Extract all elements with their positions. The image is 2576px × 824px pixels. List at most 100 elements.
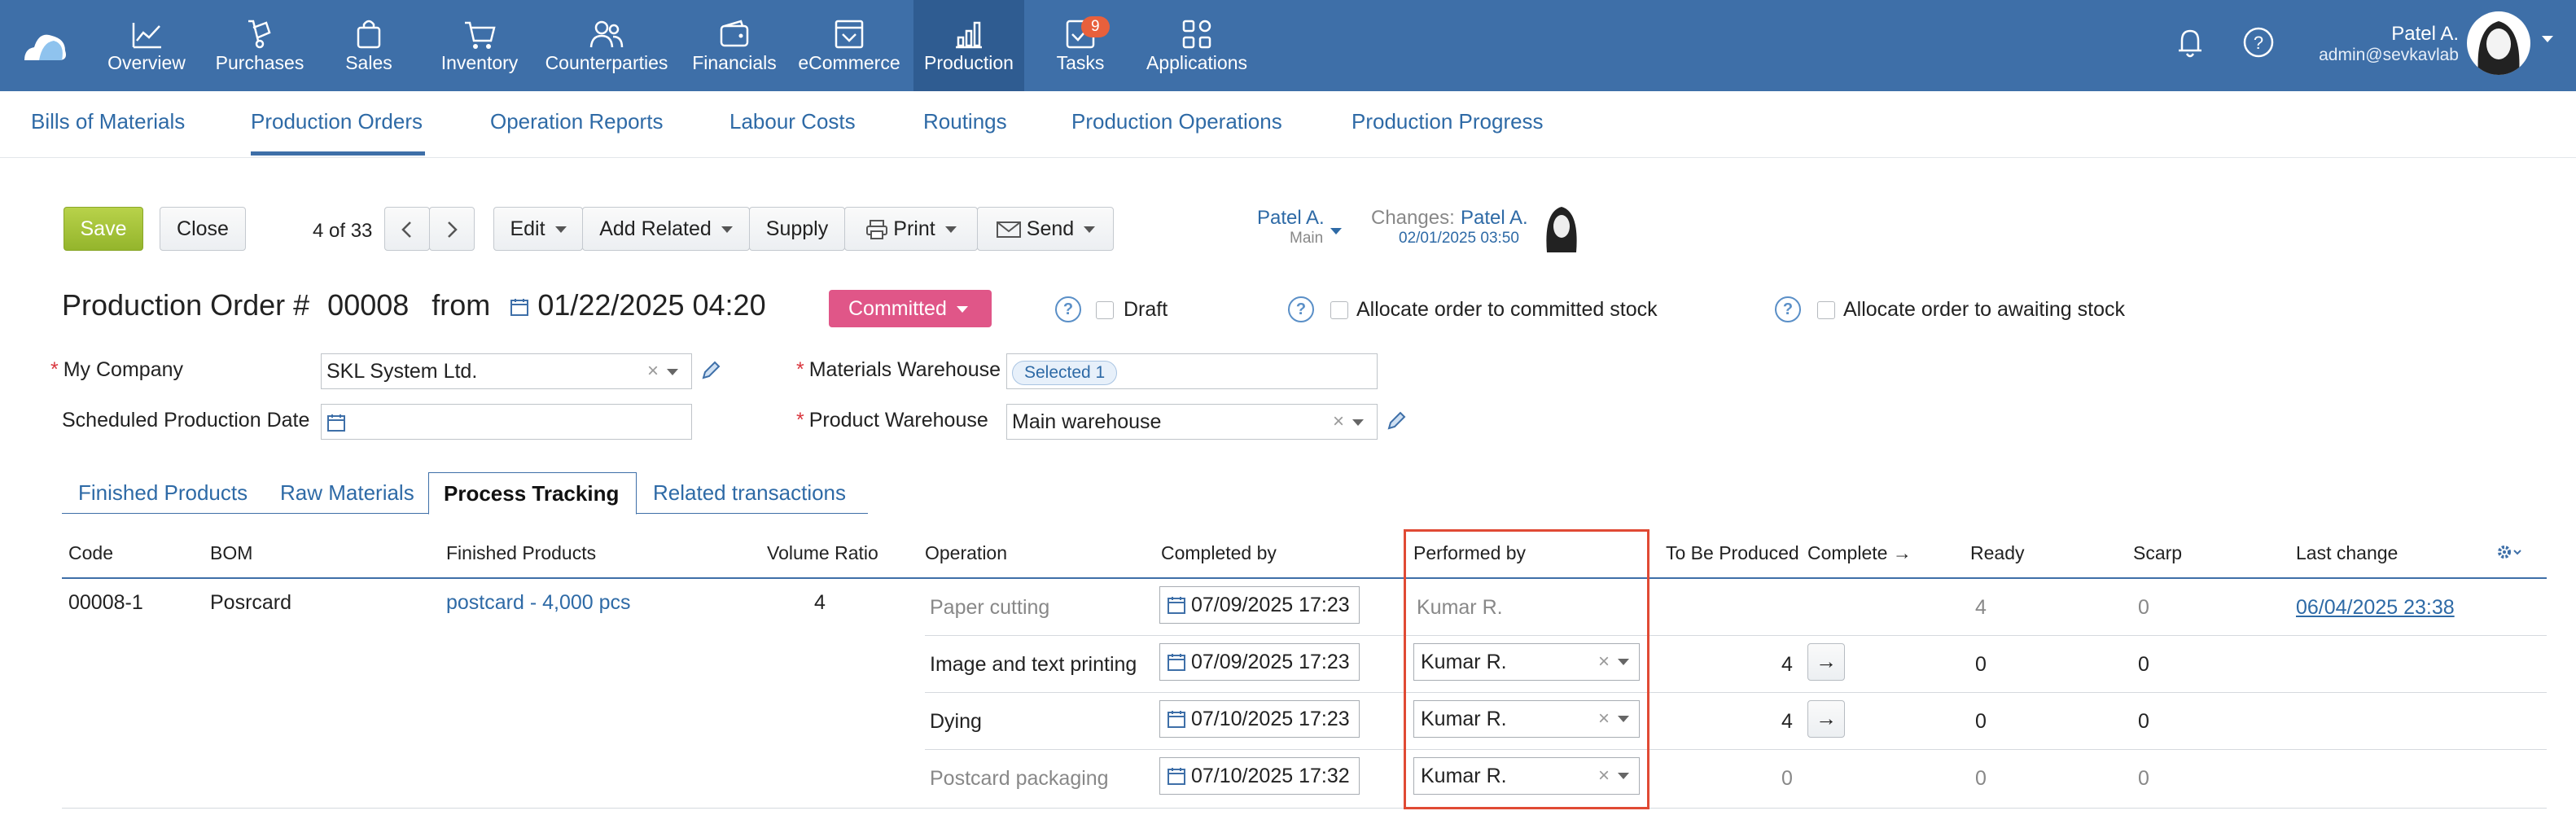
tab-related-transactions[interactable]: Related transactions [638,472,861,515]
my-company-field[interactable]: SKL System Ltd. × [321,353,692,389]
nav-overview[interactable]: Overview [98,0,195,91]
nav-ecommerce[interactable]: eCommerce [796,0,902,91]
avatar[interactable] [2467,11,2530,75]
col-header-complete[interactable]: Complete → [1807,542,1912,564]
col-header-scrap[interactable]: Scarp [2133,542,2182,564]
col-header-code[interactable]: Code [68,542,113,564]
edit-pencil-icon[interactable] [700,360,721,381]
cell-ready: 4 [1975,596,1987,619]
alloc-awaiting-help-icon[interactable]: ? [1775,296,1801,322]
calendar-icon[interactable] [1167,652,1186,672]
subnav-bills-of-materials[interactable]: Bills of Materials [31,109,185,134]
tab-process-tracking[interactable]: Process Tracking [428,472,637,515]
col-header-last-change[interactable]: Last change [2296,542,2398,564]
col-header-bom[interactable]: BOM [210,542,252,564]
subnav-production-orders[interactable]: Production Orders [251,109,423,134]
status-label: Committed [848,297,947,320]
cell-ready: 0 [1975,710,1987,733]
user-name[interactable]: Patel A. [2391,23,2459,46]
owner-name[interactable]: Patel A. [1257,207,1325,230]
draft-help-icon[interactable]: ? [1055,296,1081,322]
nav-production[interactable]: Production [913,0,1024,91]
nav-financials[interactable]: Financials [686,0,783,91]
supply-button[interactable]: Supply [749,207,845,251]
completed-by-date-field[interactable]: 07/10/2025 17:23 [1159,700,1360,738]
active-subnav-indicator [251,151,425,156]
nav-sales[interactable]: Sales [326,0,412,91]
print-menu-button[interactable]: Print [844,207,978,251]
app-logo-icon[interactable] [21,24,70,65]
send-menu-button[interactable]: Send [977,207,1114,251]
order-date[interactable]: 01/22/2025 04:20 [537,288,765,322]
changes-user-avatar-icon [1546,207,1577,252]
calendar-icon[interactable] [1167,595,1186,615]
nav-purchases[interactable]: Purchases [207,0,313,91]
selected-count-tag[interactable]: Selected 1 [1012,361,1118,385]
edit-menu-button[interactable]: Edit [493,207,583,251]
edit-pencil-icon[interactable] [1386,410,1407,432]
col-header-volume-ratio[interactable]: Volume Ratio [767,542,878,564]
nav-applications[interactable]: Applications [1138,0,1255,91]
changes-date[interactable]: 02/01/2025 03:50 [1399,230,1519,248]
title-from: from [432,288,491,322]
table-header-divider [62,577,2547,579]
subnav-production-operations[interactable]: Production Operations [1071,109,1282,134]
completed-by-date-field[interactable]: 07/09/2025 17:23 [1159,586,1360,624]
alloc-awaiting-checkbox[interactable] [1817,301,1835,319]
calendar-icon[interactable] [1167,709,1186,729]
hand-truck-icon [248,20,271,49]
tab-raw-materials[interactable]: Raw Materials [265,472,429,515]
tab-finished-products[interactable]: Finished Products [64,472,262,515]
chevron-left-icon [401,221,411,239]
order-number[interactable]: 00008 [327,288,409,322]
scheduled-date-field[interactable] [321,404,692,440]
subnav-operation-reports[interactable]: Operation Reports [490,109,663,134]
completed-by-date-field[interactable]: 07/10/2025 17:32 [1159,757,1360,795]
column-settings-gear-icon[interactable] [2496,544,2526,562]
changes-user[interactable]: Patel A. [1461,207,1528,230]
cell-finished-product-link[interactable]: postcard - 4,000 pcs [446,591,631,615]
save-button[interactable]: Save [64,207,143,251]
last-change-link[interactable]: 06/04/2025 23:38 [2296,596,2455,620]
alloc-committed-checkbox[interactable] [1330,301,1348,319]
user-menu-caret-icon[interactable] [2542,36,2553,42]
calendar-icon[interactable] [326,413,346,432]
materials-warehouse-field[interactable]: Selected 1 [1006,353,1378,389]
col-header-completed-by[interactable]: Completed by [1161,542,1277,564]
calendar-icon[interactable] [1167,766,1186,786]
nav-tasks[interactable]: 9 Tasks [1044,0,1117,91]
alloc-committed-help-icon[interactable]: ? [1288,296,1314,322]
previous-record-button[interactable] [384,207,430,251]
bell-icon[interactable] [2172,24,2208,60]
col-header-ready[interactable]: Ready [1970,542,2024,564]
chevron-down-icon[interactable] [1352,419,1364,426]
add-related-menu-button[interactable]: Add Related [582,207,750,251]
help-icon[interactable]: ? [2241,24,2276,60]
nav-counterparties[interactable]: Counterparties [542,0,671,91]
subnav-labour-costs[interactable]: Labour Costs [729,109,856,134]
clear-icon[interactable]: × [647,354,659,388]
subnav-routings[interactable]: Routings [923,109,1007,134]
clear-icon[interactable]: × [1333,405,1344,439]
nav-label: eCommerce [798,52,900,73]
owner-chevron-down-icon[interactable] [1330,228,1342,234]
col-header-to-be-produced[interactable]: To Be Produced [1666,542,1799,564]
completed-by-date-field[interactable]: 07/09/2025 17:23 [1159,643,1360,681]
calendar-icon[interactable] [510,297,529,317]
next-record-button[interactable] [429,207,475,251]
complete-arrow-button[interactable]: → [1807,643,1845,681]
cell-ready: 0 [1975,767,1987,790]
col-header-operation[interactable]: Operation [925,542,1007,564]
draft-checkbox[interactable] [1096,301,1114,319]
cell-operation: Dying [930,710,982,733]
subnav-production-progress[interactable]: Production Progress [1352,109,1544,134]
col-header-finished-products[interactable]: Finished Products [446,542,596,564]
complete-arrow-button[interactable]: → [1807,700,1845,738]
close-button[interactable]: Close [160,207,246,251]
user-email: admin@sevkavlab [2319,46,2459,64]
product-warehouse-field[interactable]: Main warehouse × [1006,404,1378,440]
nav-inventory[interactable]: Inventory [432,0,528,91]
status-dropdown-button[interactable]: Committed [829,290,992,327]
chevron-down-icon[interactable] [667,369,678,375]
nav-label: Purchases [215,52,304,73]
